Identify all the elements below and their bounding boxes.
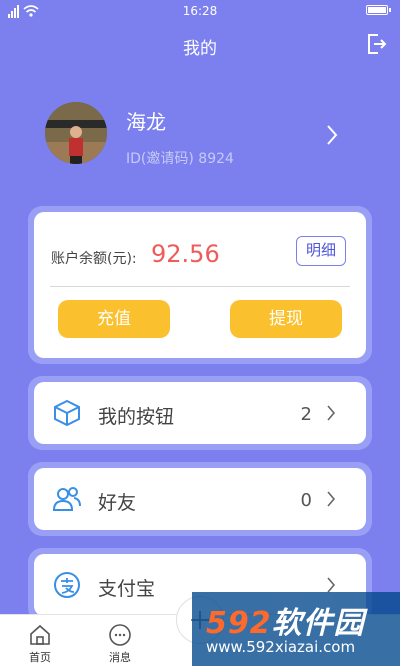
chevron-right-icon <box>327 405 336 421</box>
watermark-brand: 592软件园 <box>206 606 365 641</box>
avatar <box>45 102 107 164</box>
tab-home[interactable]: 首页 <box>0 615 80 667</box>
menu-card-my-buttons: 我的按钮 2 <box>28 376 372 450</box>
watermark-url: www.592xiazai.com <box>206 638 356 656</box>
menu-item-my-buttons[interactable]: 我的按钮 2 <box>34 382 366 444</box>
withdraw-button[interactable]: 提现 <box>230 300 342 338</box>
chevron-right-icon <box>327 491 336 507</box>
friends-icon <box>52 487 81 511</box>
profile-row[interactable]: 海龙 ID(邀请码) 8924 <box>0 92 400 182</box>
status-bar: 16:28 <box>0 0 400 22</box>
menu-label: 我的按钮 <box>98 406 175 428</box>
menu-card-friends: 好友 0 <box>28 462 372 536</box>
logout-icon[interactable] <box>364 32 388 56</box>
chevron-right-icon <box>327 125 338 145</box>
message-icon <box>109 624 131 646</box>
watermark: 592软件园 www.592xiazai.com <box>192 592 400 666</box>
menu-label: 好友 <box>98 492 137 514</box>
balance-card: 账户余额(元): 92.56 明细 充值 提现 <box>28 206 372 364</box>
menu-item-friends[interactable]: 好友 0 <box>34 468 366 530</box>
recharge-button[interactable]: 充值 <box>58 300 170 338</box>
user-name: 海龙 <box>126 110 166 134</box>
menu-label: 支付宝 <box>98 578 156 600</box>
divider <box>50 286 350 287</box>
page-title: 我的 <box>183 39 217 59</box>
battery-icon <box>366 5 391 15</box>
tab-messages[interactable]: 消息 <box>80 615 160 667</box>
balance-label: 账户余额(元): <box>51 251 137 267</box>
menu-count: 0 <box>300 490 312 511</box>
tab-label: 消息 <box>109 651 131 664</box>
user-id: ID(邀请码) 8924 <box>126 151 234 167</box>
cube-icon <box>54 399 80 427</box>
alipay-icon <box>54 572 80 598</box>
home-icon <box>30 624 50 645</box>
menu-count: 2 <box>300 404 312 425</box>
tab-label: 首页 <box>29 651 51 664</box>
balance-value: 92.56 <box>151 240 220 268</box>
detail-button[interactable]: 明细 <box>296 236 346 266</box>
status-time: 16:28 <box>182 4 218 18</box>
